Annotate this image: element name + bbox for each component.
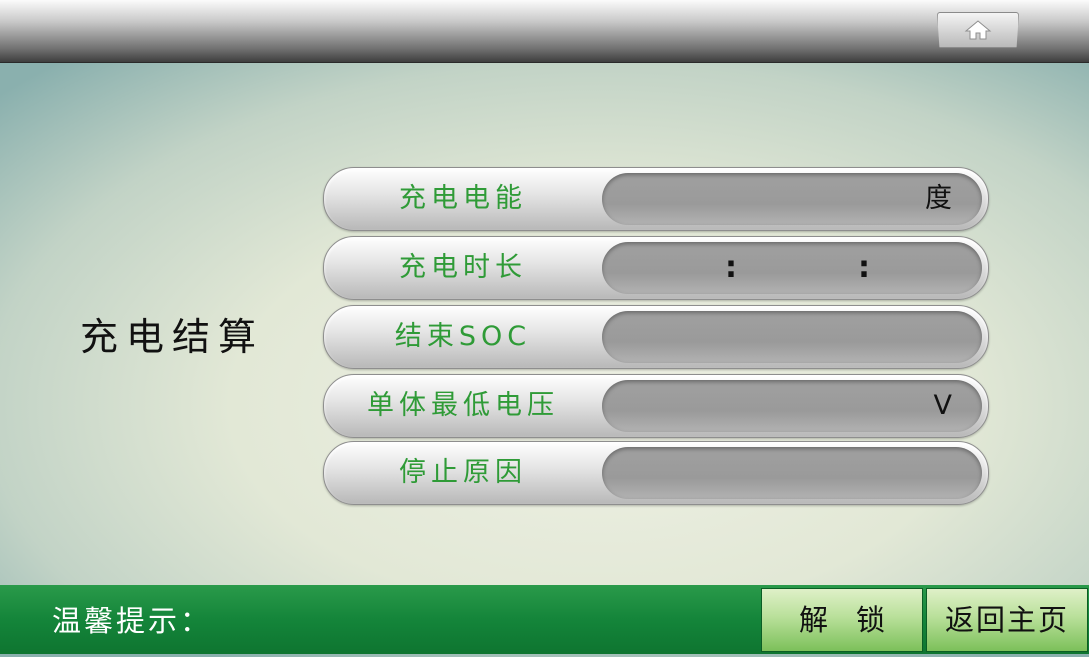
tip-label: 温馨提示： [52,604,213,638]
field-stop-reason: 停止原因 [323,441,989,505]
field-charging-duration: 充电时长 : : [323,236,989,300]
top-bar [0,0,1089,63]
return-home-button[interactable]: 返回主页 [926,588,1088,652]
unit-label: V [933,390,952,421]
time-separator: : [858,250,870,285]
page-title: 充电结算 [80,315,265,359]
time-separator: : [725,250,737,285]
field-charging-energy: 充电电能 度 [323,167,989,231]
unit-label: 度 [925,183,952,214]
field-label: 单体最低电压 [367,390,559,421]
unlock-button[interactable]: 解锁 [761,588,923,652]
bottom-bar: 温馨提示： 解锁 返回主页 [0,585,1089,654]
field-label: 充电电能 [399,183,527,214]
field-end-soc: 结束SOC [323,305,989,369]
field-label: 停止原因 [399,457,527,488]
field-label: 结束SOC [394,321,532,352]
field-label: 充电时长 [399,252,527,283]
stop-reason-value [602,447,982,499]
min-cell-voltage-value: V [602,380,982,432]
charging-energy-value: 度 [602,173,982,225]
field-min-cell-voltage: 单体最低电压 V [323,374,989,438]
charging-duration-value: : : [602,242,982,294]
end-soc-value [602,311,982,363]
home-button[interactable] [937,12,1019,48]
home-icon [964,20,992,40]
